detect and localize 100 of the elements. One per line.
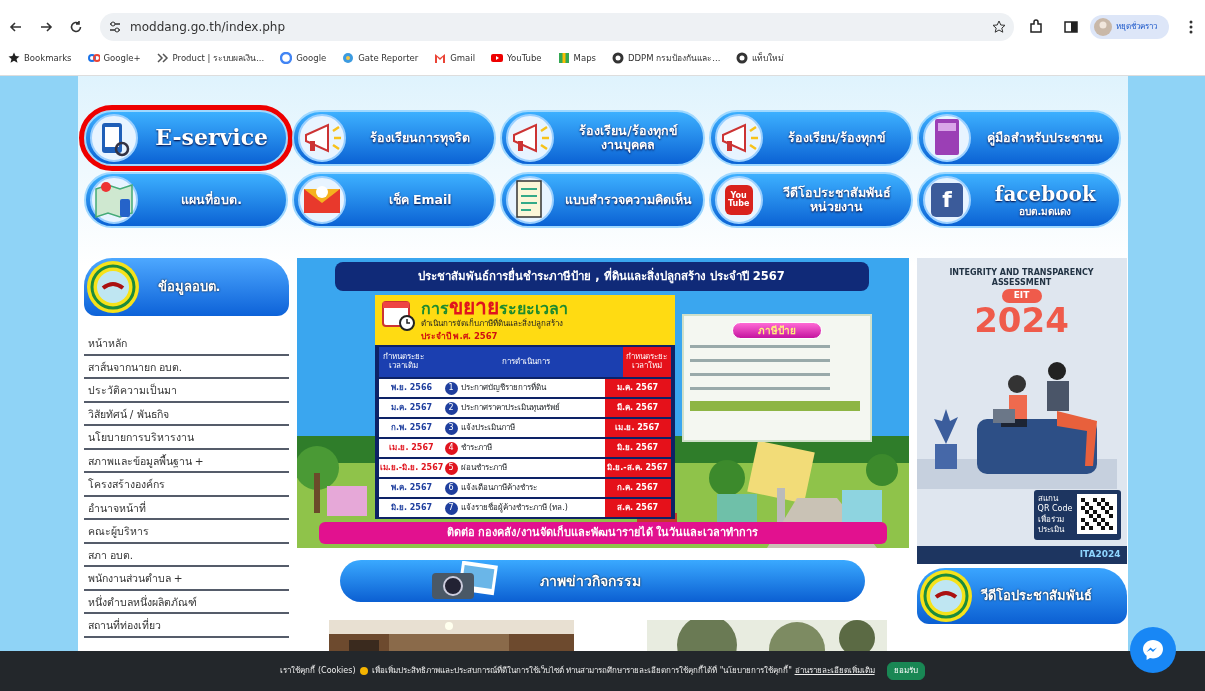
sidebar-link[interactable]: อำนาจหน้าที่ bbox=[83, 496, 289, 520]
quick-link-button[interactable]: เช็ค Email bbox=[291, 172, 497, 228]
number-badge: 5 bbox=[444, 461, 458, 475]
book-icon bbox=[921, 113, 974, 163]
sidebar-link[interactable]: หนึ่งตำบลหนึ่งผลิตภัณฑ์ bbox=[83, 590, 289, 614]
megaphone-icon bbox=[712, 113, 765, 163]
star-icon[interactable] bbox=[992, 20, 1006, 34]
table-cell: ก.ค. 2567 bbox=[604, 479, 671, 498]
profile-button[interactable]: หยุดชั่วคราว bbox=[1090, 15, 1169, 39]
table-cell-text: แจ้งรายชื่อผู้ค้างชำระภาษี (ทล.) bbox=[460, 502, 569, 515]
avatar-icon bbox=[1094, 18, 1112, 36]
bookmark-link[interactable]: Gate Reporter bbox=[342, 51, 419, 65]
sidebar-link[interactable]: โครงสร้างองค์กร bbox=[83, 473, 289, 497]
bookmark-link[interactable]: Bookmarks bbox=[8, 51, 72, 65]
messenger-button[interactable] bbox=[1130, 627, 1176, 673]
emblem-icon bbox=[85, 260, 140, 314]
qr-label: QR Code bbox=[1037, 504, 1073, 514]
banner-title: ประชาสัมพันธ์การยื่นชำระภาษีป้าย , ที่ดินและสิ่งปลูกสร้าง ประจำปี 2567 bbox=[334, 262, 869, 292]
poster-badge: EIT bbox=[1001, 289, 1042, 303]
accept-button[interactable]: ยอมรับ bbox=[886, 662, 925, 680]
table-cell: เม.ย. 2567 bbox=[604, 419, 671, 438]
address-bar[interactable]: moddang.go.th/index.php bbox=[100, 13, 1014, 41]
news-header: ภาพข่าวกิจกรรม bbox=[340, 560, 865, 602]
side-panel-icon[interactable] bbox=[1064, 20, 1078, 34]
quick-link-button[interactable]: คู่มือสำหรับประชาชน bbox=[917, 110, 1122, 166]
quick-link-button[interactable]: แบบสำรวจความคิดเห็น bbox=[500, 172, 705, 228]
poster-heading: ASSESSMENT bbox=[990, 277, 1053, 288]
reload-icon[interactable] bbox=[68, 19, 84, 35]
cookie-icon bbox=[359, 667, 368, 675]
sidebar-header: ข้อมูลอบต. bbox=[83, 258, 289, 316]
bookmark-link[interactable]: Google+ bbox=[87, 51, 141, 65]
sidebar-link[interactable]: สาส์นจากนายก อบต. bbox=[83, 355, 289, 379]
table-cell-text: ก.พ. 2567 bbox=[389, 422, 434, 435]
table-cell-text: เม.ย. 2567 bbox=[388, 442, 435, 455]
bookmark-link[interactable]: Maps bbox=[557, 51, 596, 65]
sidebar-link[interactable]: สถานที่ท่องเที่ยว bbox=[83, 614, 289, 638]
tablet-icon bbox=[87, 113, 140, 163]
sidebar-link[interactable]: วิสัยทัศน์ / พันธกิจ bbox=[83, 402, 289, 426]
table-cell-text: มิ.ย. 2567 bbox=[389, 502, 434, 515]
bookmark-link[interactable]: แท็บใหม่ bbox=[736, 51, 785, 65]
banner-subtitle: ดำเนินการจัดเก็บภาษีที่ดินและสิ่งปลูกสร้าง bbox=[420, 318, 564, 331]
table-cell-text: แจ้งเตือนภาษีค้างชำระ bbox=[460, 482, 538, 495]
table-cell-text: ประกาศบัญชีรายการที่ดิน bbox=[460, 382, 547, 395]
tune-icon bbox=[108, 20, 122, 34]
quick-link-button[interactable]: ร้องเรียน/ร้องทุกข์ งานบุคคล bbox=[500, 110, 705, 166]
number-badge: 7 bbox=[444, 501, 458, 515]
quick-link-button[interactable]: แผนที่อบต. bbox=[83, 172, 288, 228]
bookmark-link[interactable]: YouTube bbox=[491, 51, 542, 65]
poster-heading: INTEGRITY AND TRANSPARENCY bbox=[948, 268, 1095, 278]
rings-icon bbox=[87, 52, 100, 64]
qr-label: เพื่อร่วม bbox=[1037, 514, 1065, 525]
sidebar-link[interactable]: คณะผู้บริหาร bbox=[83, 520, 289, 544]
table-cell-text: แจ้งประเมินภาษี bbox=[460, 422, 516, 435]
number-badge: 3 bbox=[444, 421, 458, 435]
bookmark-link[interactable]: Google bbox=[280, 51, 327, 65]
column-header: การดำเนินการ bbox=[500, 357, 551, 367]
table-cell-text: ชำระภาษี bbox=[460, 442, 493, 455]
banner-heading: การขยายระยะเวลา bbox=[420, 297, 568, 319]
qr-label: สแกน bbox=[1037, 494, 1060, 504]
bookmark-link[interactable]: Product | ระบบผลเงิน... bbox=[156, 51, 265, 65]
number-badge: 6 bbox=[444, 481, 458, 495]
table-cell-text: ผ่อนชำระภาษี bbox=[460, 462, 508, 475]
emblem-icon bbox=[918, 569, 973, 623]
table-cell: เม.ย.-มิ.ย. 2567 bbox=[378, 462, 445, 475]
bookmark-link[interactable]: Gmail bbox=[434, 51, 476, 65]
clipboard-icon bbox=[504, 175, 557, 225]
puzzle-icon[interactable] bbox=[1028, 19, 1044, 35]
column-header: กำหนดระยะเวลาเดิม bbox=[382, 353, 425, 372]
play-icon bbox=[491, 52, 504, 64]
ring-icon bbox=[280, 52, 293, 64]
poster-year: 2024 bbox=[973, 302, 1070, 337]
read-more-link[interactable]: อ่านรายละเอียดเพิ่มเติม bbox=[794, 666, 875, 675]
number-badge: 4 bbox=[444, 441, 458, 455]
banner-year: ประจำปี พ.ศ. 2567 bbox=[420, 330, 499, 343]
sidebar-link[interactable]: สภา อบต. bbox=[83, 543, 289, 567]
url-text: moddang.go.th/index.php bbox=[130, 19, 287, 36]
map-icon bbox=[557, 52, 570, 64]
sign-title: ภาษีป้าย bbox=[731, 322, 822, 339]
table-cell: มิ.ย.-ส.ค. 2567 bbox=[604, 459, 671, 478]
quick-link-button[interactable]: ร้องเรียน/ร้องทุกข์ bbox=[708, 110, 914, 166]
quick-link-button[interactable]: ร้องเรียนการทุจริต bbox=[291, 110, 497, 166]
sidebar-link[interactable]: หน้าหลัก bbox=[83, 332, 289, 356]
table-cell: มี.ค. 2567 bbox=[604, 399, 671, 418]
table-cell: ม.ค. 2567 bbox=[604, 379, 671, 398]
quick-link-button[interactable]: You Tube วีดีโอประชาสัมพันธ์ หน่วยงาน bbox=[708, 172, 914, 228]
megaphone-icon bbox=[504, 113, 557, 163]
video-header: วีดีโอประชาสัมพันธ์ bbox=[916, 568, 1127, 624]
sidebar-link[interactable]: นโยบายการบริหารงาน bbox=[83, 426, 289, 450]
banner-footer: ติดต่อ กองคลัง/งานจัดเก็บและพัฒนารายได้ ในวันและเวลาทำการ bbox=[318, 521, 887, 544]
star-icon bbox=[8, 52, 20, 64]
chevrons-icon bbox=[156, 52, 169, 64]
sidebar-link[interactable]: สภาพและข้อมูลพื้นฐาน + bbox=[83, 449, 289, 473]
envelope-icon bbox=[295, 175, 348, 225]
bookmark-link[interactable]: DDPM กรมป้องกันและ... bbox=[612, 51, 721, 65]
qr-code bbox=[1076, 494, 1117, 534]
sidebar-link[interactable]: พนักงานส่วนตำบล + bbox=[83, 567, 289, 591]
table-cell-text: ประกาศราคาประเมินทุนทรัพย์ bbox=[460, 402, 561, 415]
poster-brand: ITA2024 bbox=[916, 546, 1127, 564]
sidebar-link[interactable]: ประวัติความเป็นมา bbox=[83, 379, 289, 403]
quick-link-button[interactable]: f facebook อบต.มดแดง bbox=[917, 172, 1122, 228]
